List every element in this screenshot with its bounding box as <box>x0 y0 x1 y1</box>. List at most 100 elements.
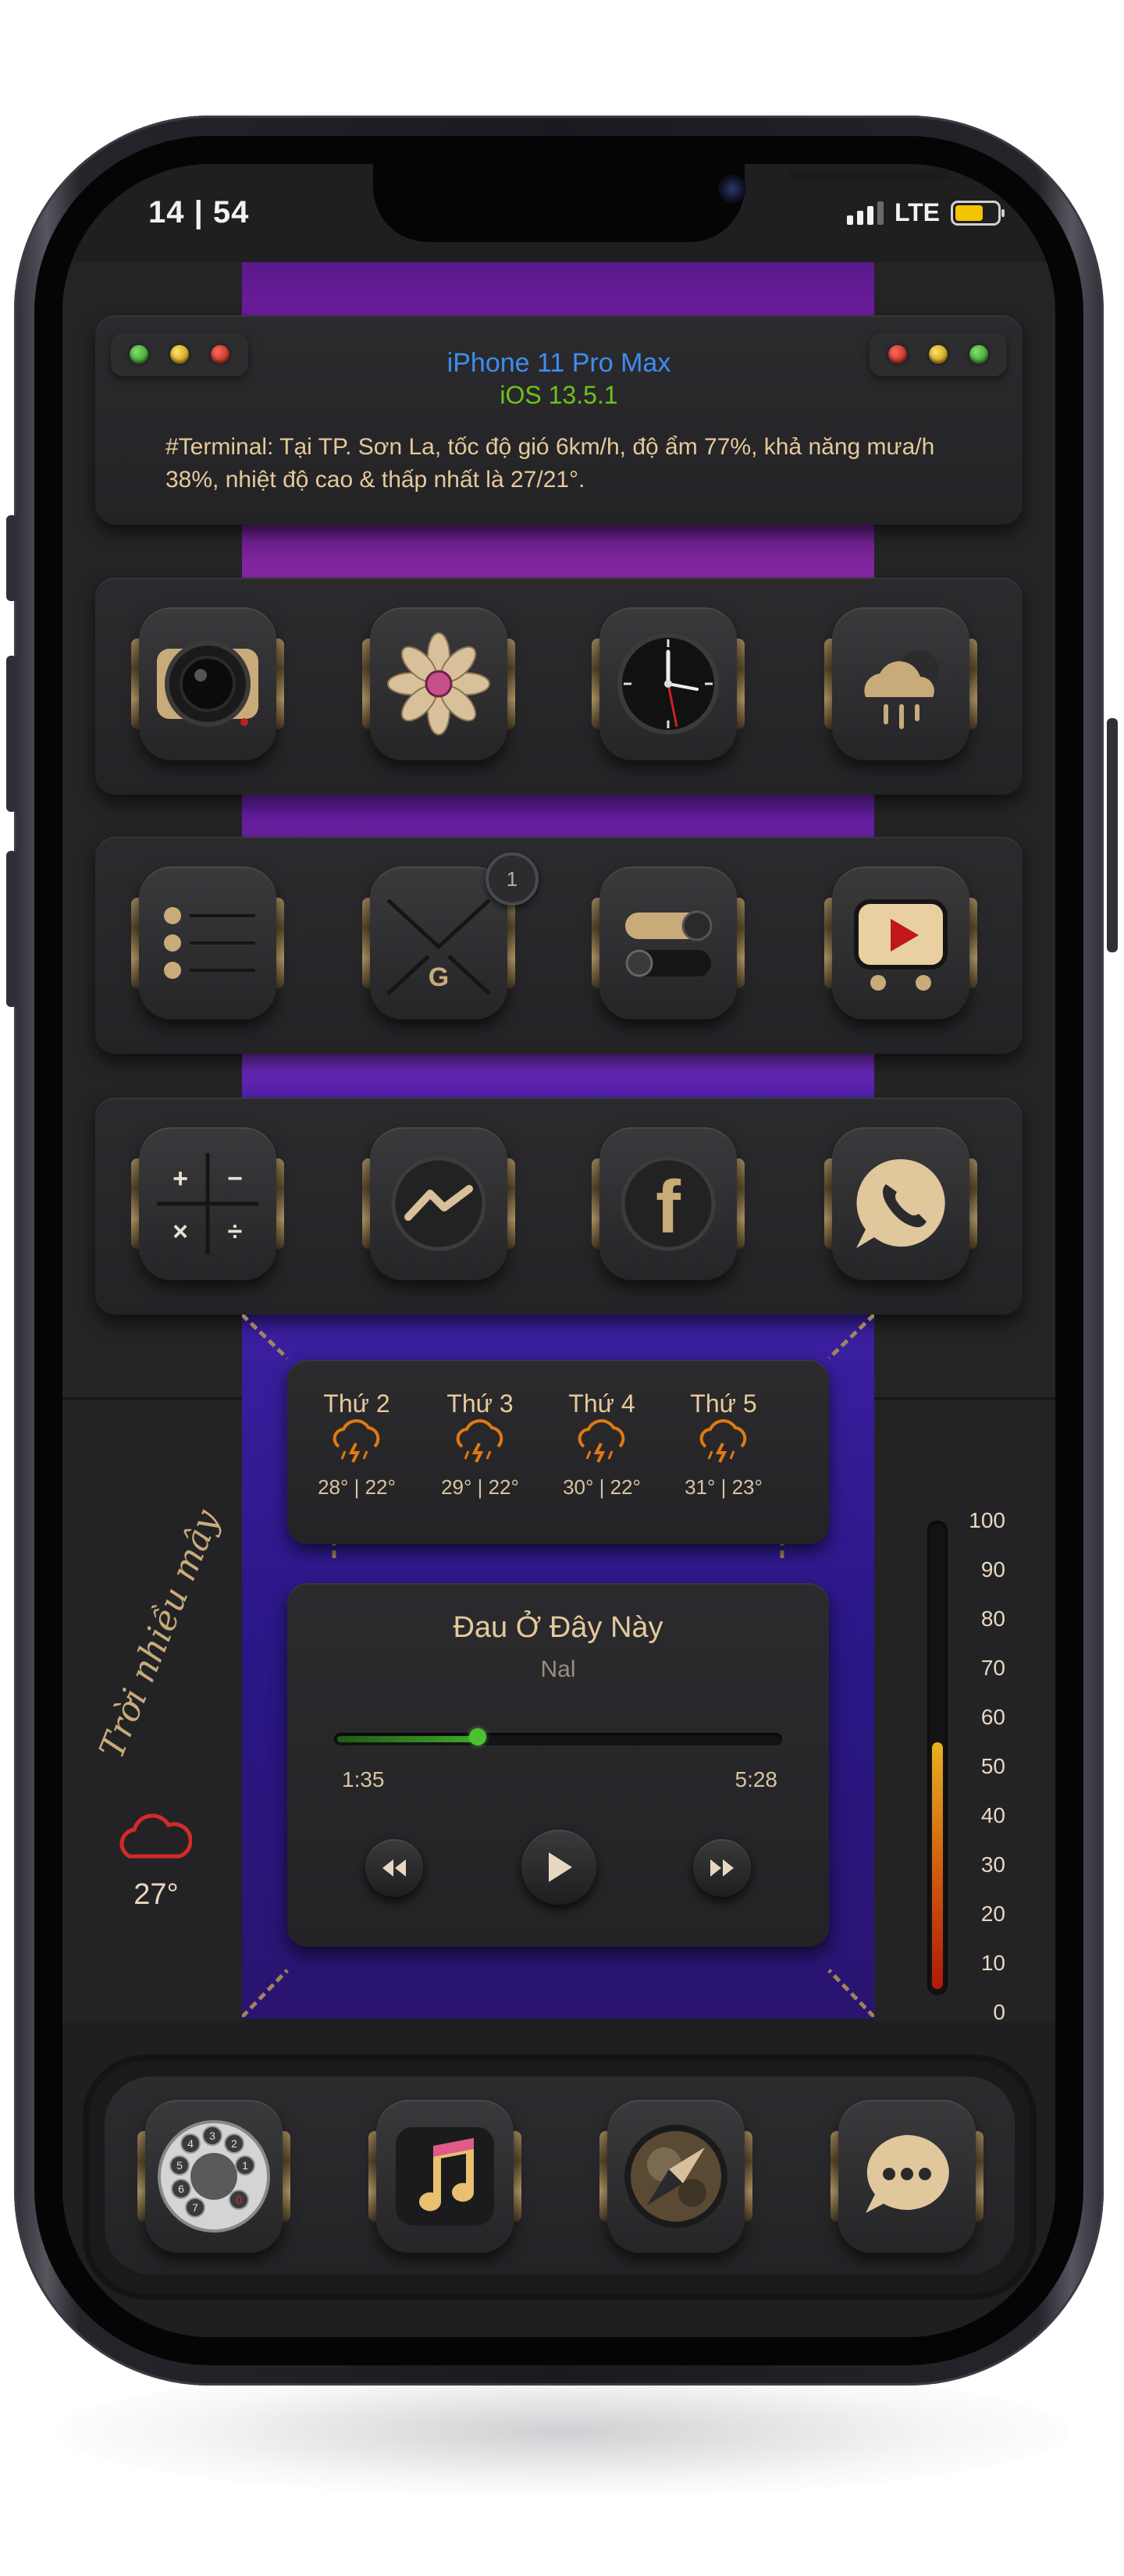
gauge-label: 30 <box>980 1852 1005 1877</box>
gauge-label: 40 <box>980 1803 1005 1827</box>
device-name: iPhone 11 Pro Max <box>446 348 671 378</box>
times-symbol: × <box>173 1217 188 1247</box>
notch <box>373 164 951 242</box>
photos-app[interactable] <box>362 607 515 760</box>
forecast-day: Thứ 5 31° | 23° <box>665 1389 782 1500</box>
mail-icon: G <box>370 866 507 1019</box>
fast-forward-button[interactable] <box>693 1839 751 1897</box>
dial-digit: 1 <box>242 2159 248 2172</box>
toggle-settings-icon <box>599 866 737 1019</box>
unread-badge: 1 <box>486 852 539 906</box>
progress-fill <box>337 1736 478 1742</box>
forecast-day: Thứ 3 29° | 22° <box>422 1389 539 1500</box>
home-screen: 14 | 54 LTE iPhone 11 Pro Max iOS 13.5.1… <box>62 164 1055 2337</box>
messenger-icon <box>370 1127 507 1280</box>
gauge-label: 20 <box>980 1902 1005 1926</box>
thunderstorm-icon <box>333 1419 380 1463</box>
facebook-app[interactable]: f <box>592 1127 745 1280</box>
forecast-temp: 31° | 23° <box>685 1475 763 1499</box>
divide-symbol: ÷ <box>228 1217 243 1247</box>
play-button[interactable] <box>521 1830 596 1905</box>
gmail-letter: G <box>429 962 449 992</box>
video-player-icon <box>832 866 969 1019</box>
handwriting-area: Trời nhiều mây <box>92 1436 228 1780</box>
power-button <box>1107 718 1118 952</box>
status-indicators: LTE <box>846 198 1005 227</box>
gauge-label: 10 <box>980 1951 1005 1975</box>
messages-app[interactable] <box>831 2100 984 2253</box>
dial-digit: 5 <box>176 2159 183 2172</box>
terminal-widget[interactable]: iPhone 11 Pro Max iOS 13.5.1 #Terminal: … <box>95 315 1023 525</box>
network-type: LTE <box>894 198 940 226</box>
gauge-label: 70 <box>980 1656 1005 1680</box>
forecast-day: Thứ 4 30° | 22° <box>543 1389 660 1500</box>
gauge-label: 0 <box>993 2000 1005 2024</box>
app-row-1 <box>95 578 1023 795</box>
forecast-day-name: Thứ 4 <box>568 1389 635 1418</box>
speaker <box>788 170 951 181</box>
elapsed-time: 1:35 <box>342 1767 385 1791</box>
thunderstorm-icon <box>699 1419 747 1463</box>
gauge-label: 60 <box>980 1705 1005 1729</box>
calculator-app[interactable]: + − × ÷ <box>131 1127 284 1280</box>
gmail-app[interactable]: G 1 <box>362 852 539 1019</box>
front-camera <box>718 175 746 203</box>
forecast-temp: 28° | 22° <box>318 1475 396 1499</box>
reminders-app[interactable] <box>131 866 284 1019</box>
battery-icon <box>951 200 1005 226</box>
youtube-app[interactable] <box>824 866 977 1019</box>
thunderstorm-icon <box>456 1419 503 1463</box>
weather-app[interactable] <box>824 607 977 760</box>
facebook-letter: f <box>656 1165 681 1249</box>
volume-up-button <box>6 656 17 812</box>
rewind-button[interactable] <box>365 1839 423 1897</box>
minus-symbol: − <box>227 1164 243 1194</box>
status-time: 14 | 54 <box>148 195 250 229</box>
clock-app[interactable] <box>592 607 745 760</box>
signal-icon <box>846 201 884 225</box>
message-bubble-icon <box>838 2100 976 2253</box>
thunderstorm-icon <box>578 1419 625 1463</box>
safari-app[interactable] <box>599 2100 752 2253</box>
forecast-widget[interactable]: Thứ 2 28° | 22° Thứ 3 29° | 22° Thứ 4 30° | 2… <box>287 1360 829 1544</box>
play-icon <box>549 1852 572 1882</box>
volume-down-button <box>6 851 17 1007</box>
forecast-day-name: Thứ 3 <box>446 1389 514 1418</box>
os-version: iOS 13.5.1 <box>500 381 618 409</box>
compass-icon <box>607 2100 745 2253</box>
plus-symbol: + <box>173 1164 188 1194</box>
music-app[interactable] <box>368 2100 521 2253</box>
flower-icon <box>370 607 507 760</box>
calculator-icon: + − × ÷ <box>139 1127 276 1280</box>
settings-app[interactable] <box>592 866 745 1019</box>
app-row-2: G 1 <box>95 837 1023 1054</box>
cloudy-icon <box>119 1813 192 1859</box>
camera-app[interactable] <box>131 607 284 760</box>
mute-switch <box>6 515 17 601</box>
phone-app[interactable]: 1 2 3 4 5 6 7 0 <box>137 2100 290 2253</box>
messenger-app[interactable] <box>362 1127 515 1280</box>
forecast-day: Thứ 2 28° | 22° <box>298 1389 415 1500</box>
forecast-temp: 30° | 22° <box>563 1475 641 1499</box>
music-widget[interactable]: Đau Ở Đây Này Nal 1:35 5:28 <box>287 1583 829 1947</box>
weather-summary: #Terminal: Tại TP. Sơn La, tốc độ gió 6k… <box>165 434 935 493</box>
current-temperature: 27° <box>133 1878 179 1911</box>
gauge-fill <box>932 1742 943 1989</box>
forecast-day-name: Thứ 2 <box>323 1389 390 1418</box>
dial-digit: 3 <box>209 2129 215 2142</box>
progress-knob[interactable] <box>468 1728 486 1745</box>
list-icon <box>139 866 276 1019</box>
dial-digit: 6 <box>178 2183 184 2195</box>
dial-digit: 7 <box>192 2201 198 2214</box>
progress-track[interactable] <box>334 1728 782 1745</box>
gauge-label: 100 <box>969 1508 1005 1532</box>
app-row-3: + − × ÷ f <box>95 1098 1023 1315</box>
rewind-icon <box>382 1859 406 1877</box>
song-title: Đau Ở Đây Này <box>453 1611 663 1644</box>
whatsapp-app[interactable] <box>824 1127 977 1280</box>
clock-icon <box>599 607 737 760</box>
gauge-label: 50 <box>980 1754 1005 1778</box>
rotary-phone-icon: 1 2 3 4 5 6 7 0 <box>145 2100 283 2253</box>
forecast-temp: 29° | 22° <box>441 1475 519 1499</box>
dial-digit: 0 <box>236 2194 242 2206</box>
